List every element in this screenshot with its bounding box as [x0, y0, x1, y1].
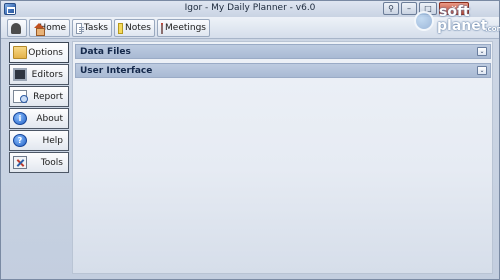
monitor-icon: [13, 68, 27, 81]
group-label: User Interface: [80, 66, 153, 76]
group-header-user-interface[interactable]: User Interface ⌄: [75, 63, 491, 78]
sidebar-item-label: Options: [28, 48, 63, 58]
options-panel: Data Files ⌄ User Interface ⌄: [72, 41, 493, 274]
watermark-suffix: .com: [485, 25, 500, 33]
sidebar-item-label: Help: [42, 136, 63, 146]
meetings-button[interactable]: Meetings: [157, 19, 210, 37]
notes-button[interactable]: Notes: [114, 19, 155, 37]
notes-icon: [118, 22, 123, 34]
folder-icon: [13, 46, 27, 59]
tools-icon: [13, 156, 27, 169]
calendar-icon: [161, 22, 164, 34]
notes-label: Notes: [125, 23, 151, 33]
toggle-icon: [11, 22, 21, 34]
help-icon: ?: [13, 134, 27, 147]
sidebar-item-about[interactable]: i About: [9, 108, 69, 129]
group-header-data-files[interactable]: Data Files ⌄: [75, 44, 491, 59]
sidebar-item-editors[interactable]: Editors: [9, 64, 69, 85]
pin-button[interactable]: ⚲: [383, 2, 399, 15]
home-button[interactable]: Home: [29, 19, 70, 37]
chevron-down-icon[interactable]: ⌄: [477, 66, 487, 75]
sidebar-item-label: Report: [33, 92, 63, 102]
info-icon: i: [13, 112, 27, 125]
sidebar-item-options[interactable]: Options: [9, 42, 69, 63]
sidebar-item-help[interactable]: ? Help: [9, 130, 69, 151]
group-label: Data Files: [80, 47, 131, 57]
sidebar-item-report[interactable]: Report: [9, 86, 69, 107]
globe-icon: [414, 11, 434, 31]
watermark-line2: planet: [437, 18, 488, 34]
meetings-label: Meetings: [165, 23, 206, 33]
pin-icon: ⚲: [388, 4, 394, 13]
chevron-down-icon[interactable]: ⌄: [477, 47, 487, 56]
sidebar-item-tools[interactable]: Tools: [9, 152, 69, 173]
document-icon: [76, 22, 84, 34]
tasks-button[interactable]: Tasks: [72, 19, 112, 37]
home-icon: [33, 22, 47, 36]
tasks-label: Tasks: [83, 23, 108, 33]
sidebar-item-label: About: [36, 114, 63, 124]
toggle-sidebar-button[interactable]: [7, 19, 27, 37]
watermark-logo: soft planet .com: [409, 1, 500, 41]
sidebar-item-label: Editors: [31, 70, 63, 80]
app-window: Igor - My Daily Planner - v6.0 ⚲ – □ ✕ H…: [0, 0, 500, 280]
sidebar-item-label: Tools: [40, 158, 63, 168]
report-icon: [13, 90, 28, 103]
